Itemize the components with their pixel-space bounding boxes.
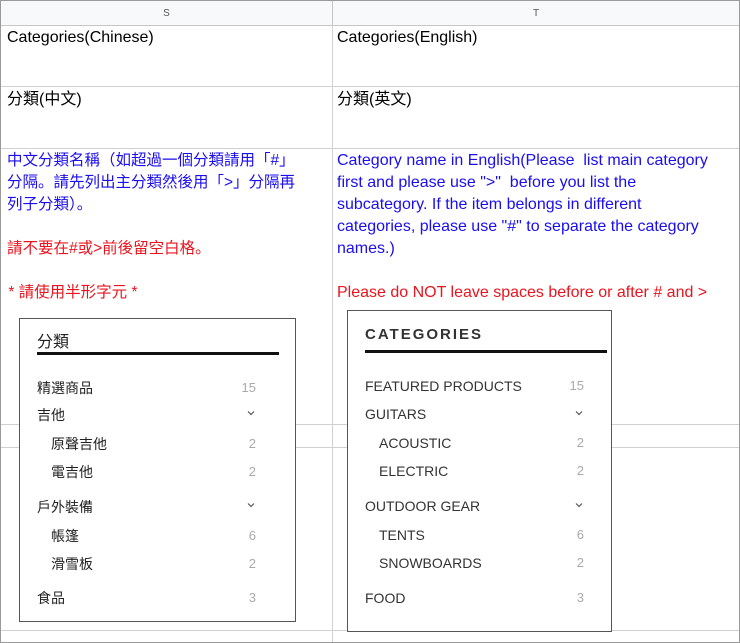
- title-rule: [365, 350, 607, 353]
- category-item-tents[interactable]: TENTS: [379, 527, 425, 543]
- cell-t-row1[interactable]: Categories(English): [337, 27, 478, 49]
- count-featured: 15: [569, 378, 584, 393]
- category-item-acoustic[interactable]: ACOUSTIC: [379, 435, 451, 451]
- count-electric: 2: [248, 464, 256, 479]
- category-item-featured[interactable]: 精選商品: [37, 378, 93, 398]
- widget-title: CATEGORIES: [365, 326, 484, 343]
- category-item-guitars[interactable]: 吉他: [37, 405, 65, 425]
- category-item-food[interactable]: FOOD: [365, 590, 405, 606]
- category-item-electric[interactable]: ELECTRIC: [379, 463, 448, 479]
- count-food: 3: [576, 590, 584, 605]
- category-item-outdoor[interactable]: 戶外裝備: [37, 497, 93, 517]
- category-item-snowboards[interactable]: SNOWBOARDS: [379, 555, 482, 571]
- category-item-food[interactable]: 食品: [37, 588, 65, 608]
- category-item-featured[interactable]: FEATURED PRODUCTS: [365, 378, 522, 394]
- column-header-t-label: T: [532, 7, 540, 19]
- cell-t-warning: Please do NOT leave spaces before or aft…: [337, 284, 708, 301]
- count-snowboards: 2: [576, 555, 584, 570]
- category-item-tents[interactable]: 帳篷: [51, 526, 79, 546]
- cell-s-warning: 請不要在#或>前後留空白格。: [7, 240, 211, 257]
- cell-s-instructions[interactable]: 中文分類名稱（如超過一個分類請用「#」 分隔。請先列出主分類然後用「>」分隔再 …: [7, 150, 295, 216]
- category-widget-zh: 分類 精選商品 15 吉他 原聲吉他 2 電吉他 2 戶外裝備 帳篷 6 滑雪板…: [19, 318, 296, 622]
- column-header-t[interactable]: T: [333, 1, 739, 26]
- cell-s-row1[interactable]: Categories(Chinese): [7, 27, 154, 49]
- count-tents: 6: [248, 528, 256, 543]
- count-acoustic: 2: [576, 435, 584, 450]
- category-widget-en: CATEGORIES FEATURED PRODUCTS 15 GUITARS …: [347, 310, 612, 632]
- count-electric: 2: [576, 463, 584, 478]
- count-acoustic: 2: [248, 436, 256, 451]
- chevron-down-icon[interactable]: [246, 500, 258, 512]
- count-featured: 15: [241, 380, 256, 395]
- chevron-down-icon[interactable]: [246, 408, 258, 420]
- column-header-s[interactable]: S: [1, 1, 333, 26]
- category-item-outdoor[interactable]: OUTDOOR GEAR: [365, 498, 480, 514]
- category-item-snowboards[interactable]: 滑雪板: [51, 554, 93, 574]
- row-divider: [1, 86, 739, 87]
- cell-s-row2[interactable]: 分類(中文): [7, 89, 82, 111]
- widget-title: 分類: [37, 332, 70, 351]
- row-divider: [1, 148, 739, 149]
- count-food: 3: [248, 590, 256, 605]
- count-tents: 6: [576, 527, 584, 542]
- cell-t-row2[interactable]: 分類(英文): [337, 89, 412, 111]
- category-item-guitars[interactable]: GUITARS: [365, 406, 426, 422]
- title-rule: [37, 352, 279, 355]
- chevron-down-icon[interactable]: [574, 500, 586, 512]
- chevron-down-icon[interactable]: [574, 408, 586, 420]
- column-header-s-label: S: [163, 7, 170, 19]
- column-divider: [332, 25, 333, 642]
- category-item-acoustic[interactable]: 原聲吉他: [51, 434, 107, 454]
- cell-s-halfwidth-note: * 請使用半形字元 *: [4, 284, 138, 301]
- count-snowboards: 2: [248, 556, 256, 571]
- category-item-electric[interactable]: 電吉他: [51, 462, 93, 482]
- cell-t-instructions[interactable]: Category name in English(Please list mai…: [337, 150, 708, 260]
